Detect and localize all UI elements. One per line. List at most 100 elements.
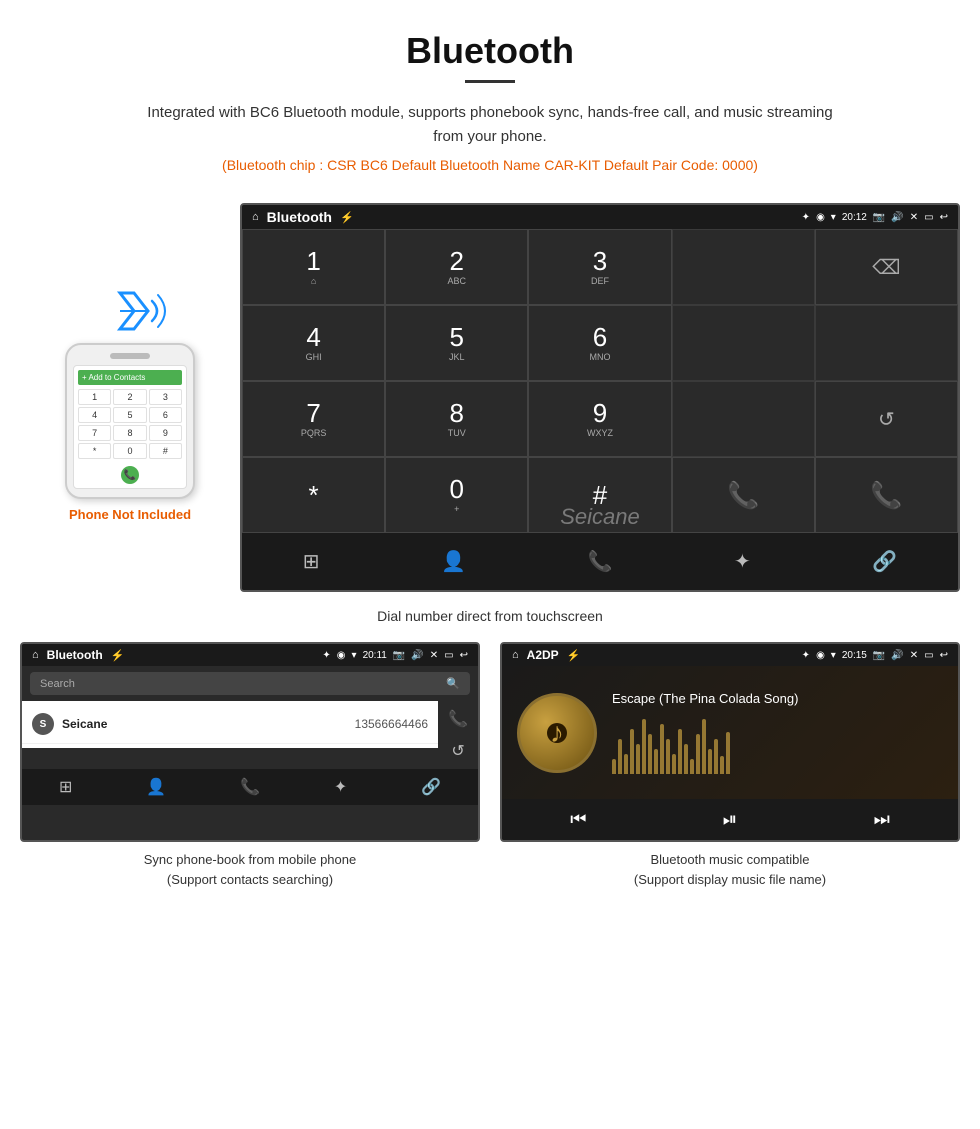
nav-link-icon[interactable]: 🔗 [857, 543, 912, 580]
pb-nav-phone[interactable]: 📞 [240, 777, 260, 797]
phone-call-button: 📞 [121, 466, 139, 484]
camera-icon: 📷 [873, 212, 885, 223]
dial-key-empty-2 [672, 305, 815, 381]
main-content: + Add to Contacts 1 2 3 4 5 6 7 8 9 * 0 … [0, 203, 980, 889]
pb-location-icon: ◉ [337, 650, 346, 661]
home-icon: ⌂ [252, 211, 259, 223]
phone-screen: + Add to Contacts 1 2 3 4 5 6 7 8 9 * 0 … [73, 365, 187, 489]
next-button[interactable]: ⏭ [874, 809, 890, 830]
nav-bluetooth-icon[interactable]: ✦ [719, 543, 766, 580]
bluetooth-signal-icon [100, 283, 160, 333]
pb-bt-icon: ✦ [322, 650, 330, 661]
phonebook-search-area: Search 🔍 [22, 666, 478, 701]
nav-grid-icon[interactable]: ⊞ [288, 543, 335, 580]
dial-key-3[interactable]: 3 DEF [528, 229, 671, 305]
music-controls: ⏮ ⏯ ⏭ [502, 799, 958, 840]
dial-bottom-nav: ⊞ 👤 📞 ✦ 🔗 [242, 533, 958, 590]
ms-signal-icon: ▾ [831, 650, 836, 661]
dial-key-4[interactable]: 4 GHI [242, 305, 385, 381]
contact-number: 13566664466 [355, 717, 428, 731]
phonebook-right-icons: 📞 ↺ [438, 701, 478, 769]
dial-key-call-red[interactable]: 📞 [815, 457, 958, 533]
dial-key-7[interactable]: 7 PQRS [242, 381, 385, 457]
song-title: Escape (The Pina Colada Song) [612, 691, 943, 706]
page-title: Bluetooth [20, 30, 960, 72]
contact-row[interactable]: S Seicane 13566664466 [22, 705, 438, 744]
search-input[interactable]: Search 🔍 [30, 672, 470, 695]
dial-key-5[interactable]: 5 JKL [385, 305, 528, 381]
contact-name: Seicane [62, 717, 107, 731]
dial-key-backspace[interactable]: ⌫ [815, 229, 958, 305]
ms-usb-icon: ⚡ [567, 649, 581, 662]
status-bar-title: Bluetooth [267, 209, 332, 225]
search-placeholder: Search [40, 678, 75, 690]
ms-close-icon: ✕ [910, 650, 918, 661]
pb-nav-bt[interactable]: ✦ [334, 777, 347, 797]
dial-pad: 1 ⌂ 2 ABC 3 DEF ⌫ 4 GHI [242, 229, 958, 533]
dial-key-empty-4 [672, 381, 815, 457]
music-info: Escape (The Pina Colada Song) [612, 691, 943, 774]
pb-close-icon: ✕ [430, 650, 438, 661]
nav-person-icon[interactable]: 👤 [426, 543, 481, 580]
dial-key-refresh[interactable]: ↺ [815, 381, 958, 457]
pb-nav-grid[interactable]: ⊞ [59, 777, 72, 797]
phone-not-included-label: Phone Not Included [69, 507, 191, 522]
pb-nav-person[interactable]: 👤 [146, 777, 166, 797]
dial-key-0[interactable]: 0 + [385, 457, 528, 533]
dial-key-8[interactable]: 8 TUV [385, 381, 528, 457]
page-header: Bluetooth Integrated with BC6 Bluetooth … [0, 0, 980, 203]
music-status-bar: ⌂ A2DP ⚡ ✦ ◉ ▾ 20:15 📷 🔊 ✕ ▭ ↩ [502, 644, 958, 666]
volume-icon: 🔊 [891, 212, 903, 223]
search-icon: 🔍 [446, 677, 460, 690]
ms-bt-icon: ✦ [802, 650, 810, 661]
dial-key-2[interactable]: 2 ABC [385, 229, 528, 305]
location-icon: ◉ [816, 212, 825, 223]
phonebook-item: ⌂ Bluetooth ⚡ ✦ ◉ ▾ 20:11 📷 🔊 ✕ ▭ ↩ [20, 642, 480, 889]
usb-icon: ⚡ [340, 211, 354, 224]
ms-home-icon: ⌂ [512, 649, 519, 661]
bluetooth-specs: (Bluetooth chip : CSR BC6 Default Blueto… [20, 157, 960, 173]
dial-key-empty-1 [672, 229, 815, 305]
phone-mockup: + Add to Contacts 1 2 3 4 5 6 7 8 9 * 0 … [65, 343, 195, 499]
close-x-icon: ✕ [910, 212, 918, 223]
ms-loc-icon: ◉ [816, 650, 825, 661]
music-content: ♪ Escape (The Pina Colada Song) [502, 666, 958, 799]
signal-icon: ▾ [831, 212, 836, 223]
pb-screen-icon: ▭ [444, 650, 453, 661]
phone-speaker [110, 353, 150, 359]
bottom-section: ⌂ Bluetooth ⚡ ✦ ◉ ▾ 20:11 📷 🔊 ✕ ▭ ↩ [20, 642, 960, 889]
time-display: 20:12 [842, 212, 867, 223]
top-section: + Add to Contacts 1 2 3 4 5 6 7 8 9 * 0 … [20, 203, 960, 592]
nav-phone-icon[interactable]: 📞 [573, 543, 628, 580]
eq-bars [612, 714, 943, 774]
ms-vol-icon: 🔊 [891, 650, 903, 661]
ms-time: 20:15 [842, 650, 867, 661]
dial-key-star[interactable]: * [242, 457, 385, 533]
phone-dial-grid: 1 2 3 4 5 6 7 8 9 * 0 # [78, 389, 182, 459]
pb-camera-icon: 📷 [393, 650, 405, 661]
pb-vol-icon: 🔊 [411, 650, 423, 661]
prev-button[interactable]: ⏮ [570, 809, 586, 830]
pb-usb-icon: ⚡ [111, 649, 125, 662]
dial-key-6[interactable]: 6 MNO [528, 305, 671, 381]
ms-title: A2DP [527, 648, 559, 662]
phonebook-caption: Sync phone-book from mobile phone(Suppor… [20, 850, 480, 889]
play-pause-button[interactable]: ⏯ [723, 809, 737, 830]
ms-camera-icon: 📷 [873, 650, 885, 661]
dial-screen: Seicane ⌂ Bluetooth ⚡ ✦ ◉ ▾ 20:12 📷 🔊 ✕ … [240, 203, 960, 592]
page-description: Integrated with BC6 Bluetooth module, su… [140, 101, 840, 149]
music-screen: ⌂ A2DP ⚡ ✦ ◉ ▾ 20:15 📷 🔊 ✕ ▭ ↩ [500, 642, 960, 842]
pb-right-phone-icon[interactable]: 📞 [444, 705, 472, 733]
pb-right-refresh-icon[interactable]: ↺ [444, 737, 472, 765]
title-underline [465, 80, 515, 83]
dial-key-call-green[interactable]: 📞 [672, 457, 815, 533]
phone-contact-bar: + Add to Contacts [78, 370, 182, 385]
phone-side: + Add to Contacts 1 2 3 4 5 6 7 8 9 * 0 … [20, 203, 240, 522]
ms-screen-icon: ▭ [924, 650, 933, 661]
dial-key-9[interactable]: 9 WXYZ [528, 381, 671, 457]
pb-nav-link[interactable]: 🔗 [421, 777, 441, 797]
dial-key-hash[interactable]: # [528, 457, 671, 533]
dial-key-1[interactable]: 1 ⌂ [242, 229, 385, 305]
dial-status-bar: ⌂ Bluetooth ⚡ ✦ ◉ ▾ 20:12 📷 🔊 ✕ ▭ ↩ [242, 205, 958, 229]
dial-caption: Dial number direct from touchscreen [377, 608, 603, 624]
